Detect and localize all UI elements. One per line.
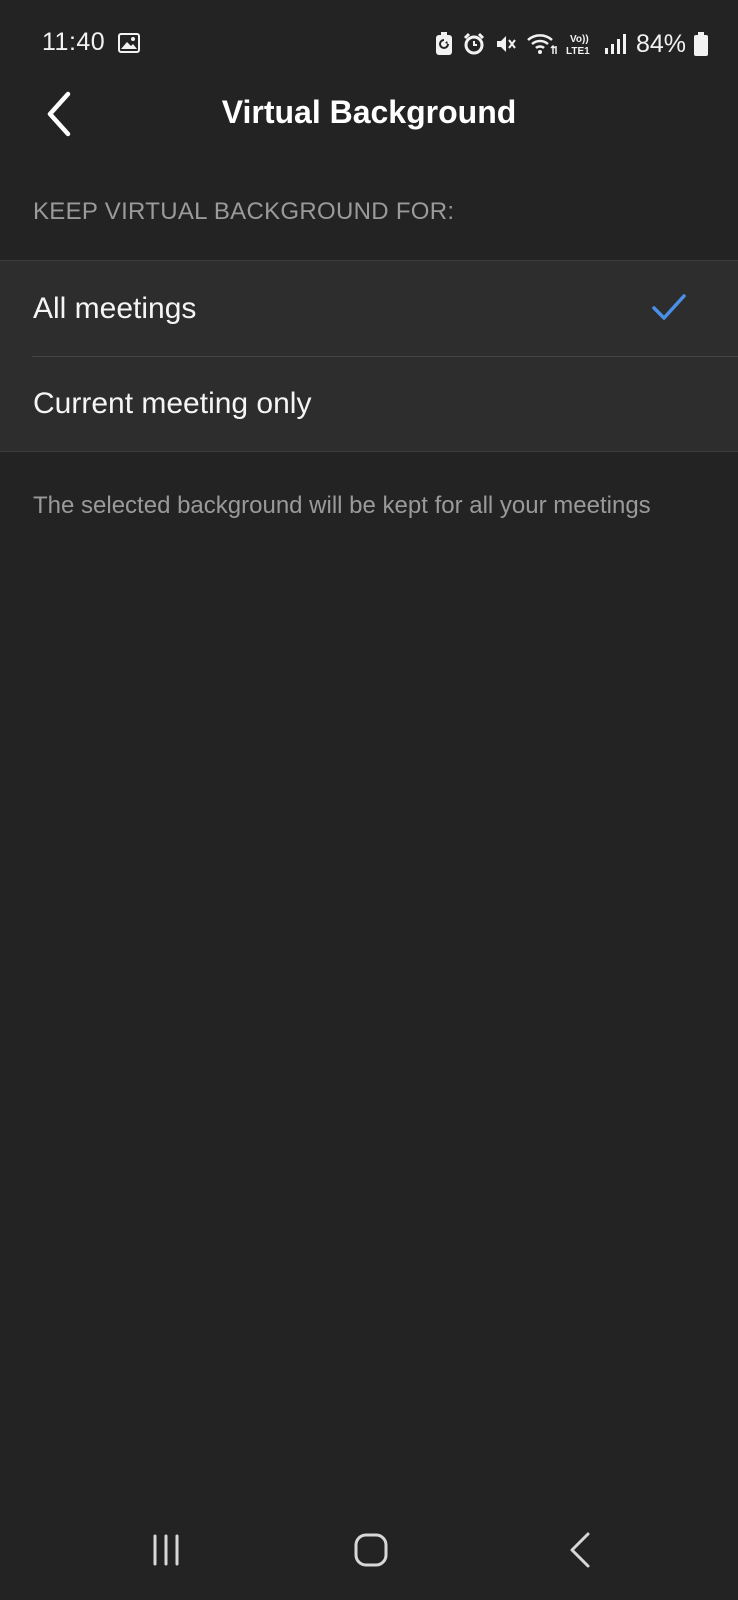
option-label: Current meeting only <box>33 386 312 420</box>
option-current-meeting-only[interactable]: Current meeting only <box>0 356 738 451</box>
checkmark-icon <box>652 294 686 320</box>
alarm-icon <box>463 32 485 55</box>
status-bar: 11:40 Vo)) LTE1 84% <box>0 0 738 90</box>
gallery-icon <box>118 33 140 53</box>
options-list: All meetings Current meeting only <box>0 260 738 452</box>
recents-icon[interactable] <box>145 1530 189 1570</box>
signal-icon <box>604 34 626 54</box>
battery-icon <box>694 32 708 56</box>
screen: 11:40 Vo)) LTE1 84% Virtual Background K… <box>0 0 738 1600</box>
back-icon[interactable] <box>560 1530 600 1570</box>
mute-icon <box>496 36 516 52</box>
page-title: Virtual Background <box>221 94 517 130</box>
battery-level: 84% <box>635 29 686 58</box>
app-header: Virtual Background <box>0 80 738 150</box>
volte-icon: Vo)) LTE1 <box>566 34 590 57</box>
status-icons: Vo)) LTE1 84% <box>434 28 708 60</box>
navigation-bar <box>0 1500 738 1600</box>
home-icon[interactable] <box>349 1530 393 1570</box>
option-all-meetings[interactable]: All meetings <box>0 261 738 356</box>
description-text: The selected background will be kept for… <box>33 492 651 519</box>
svg-text:LTE1: LTE1 <box>566 46 590 57</box>
wifi-icon <box>527 34 557 54</box>
svg-text:Vo)): Vo)) <box>570 34 589 45</box>
section-header: KEEP VIRTUAL BACKGROUND FOR: <box>33 198 455 225</box>
option-label: All meetings <box>33 291 197 325</box>
battery-saver-icon <box>435 32 452 55</box>
status-time: 11:40 <box>42 28 106 56</box>
